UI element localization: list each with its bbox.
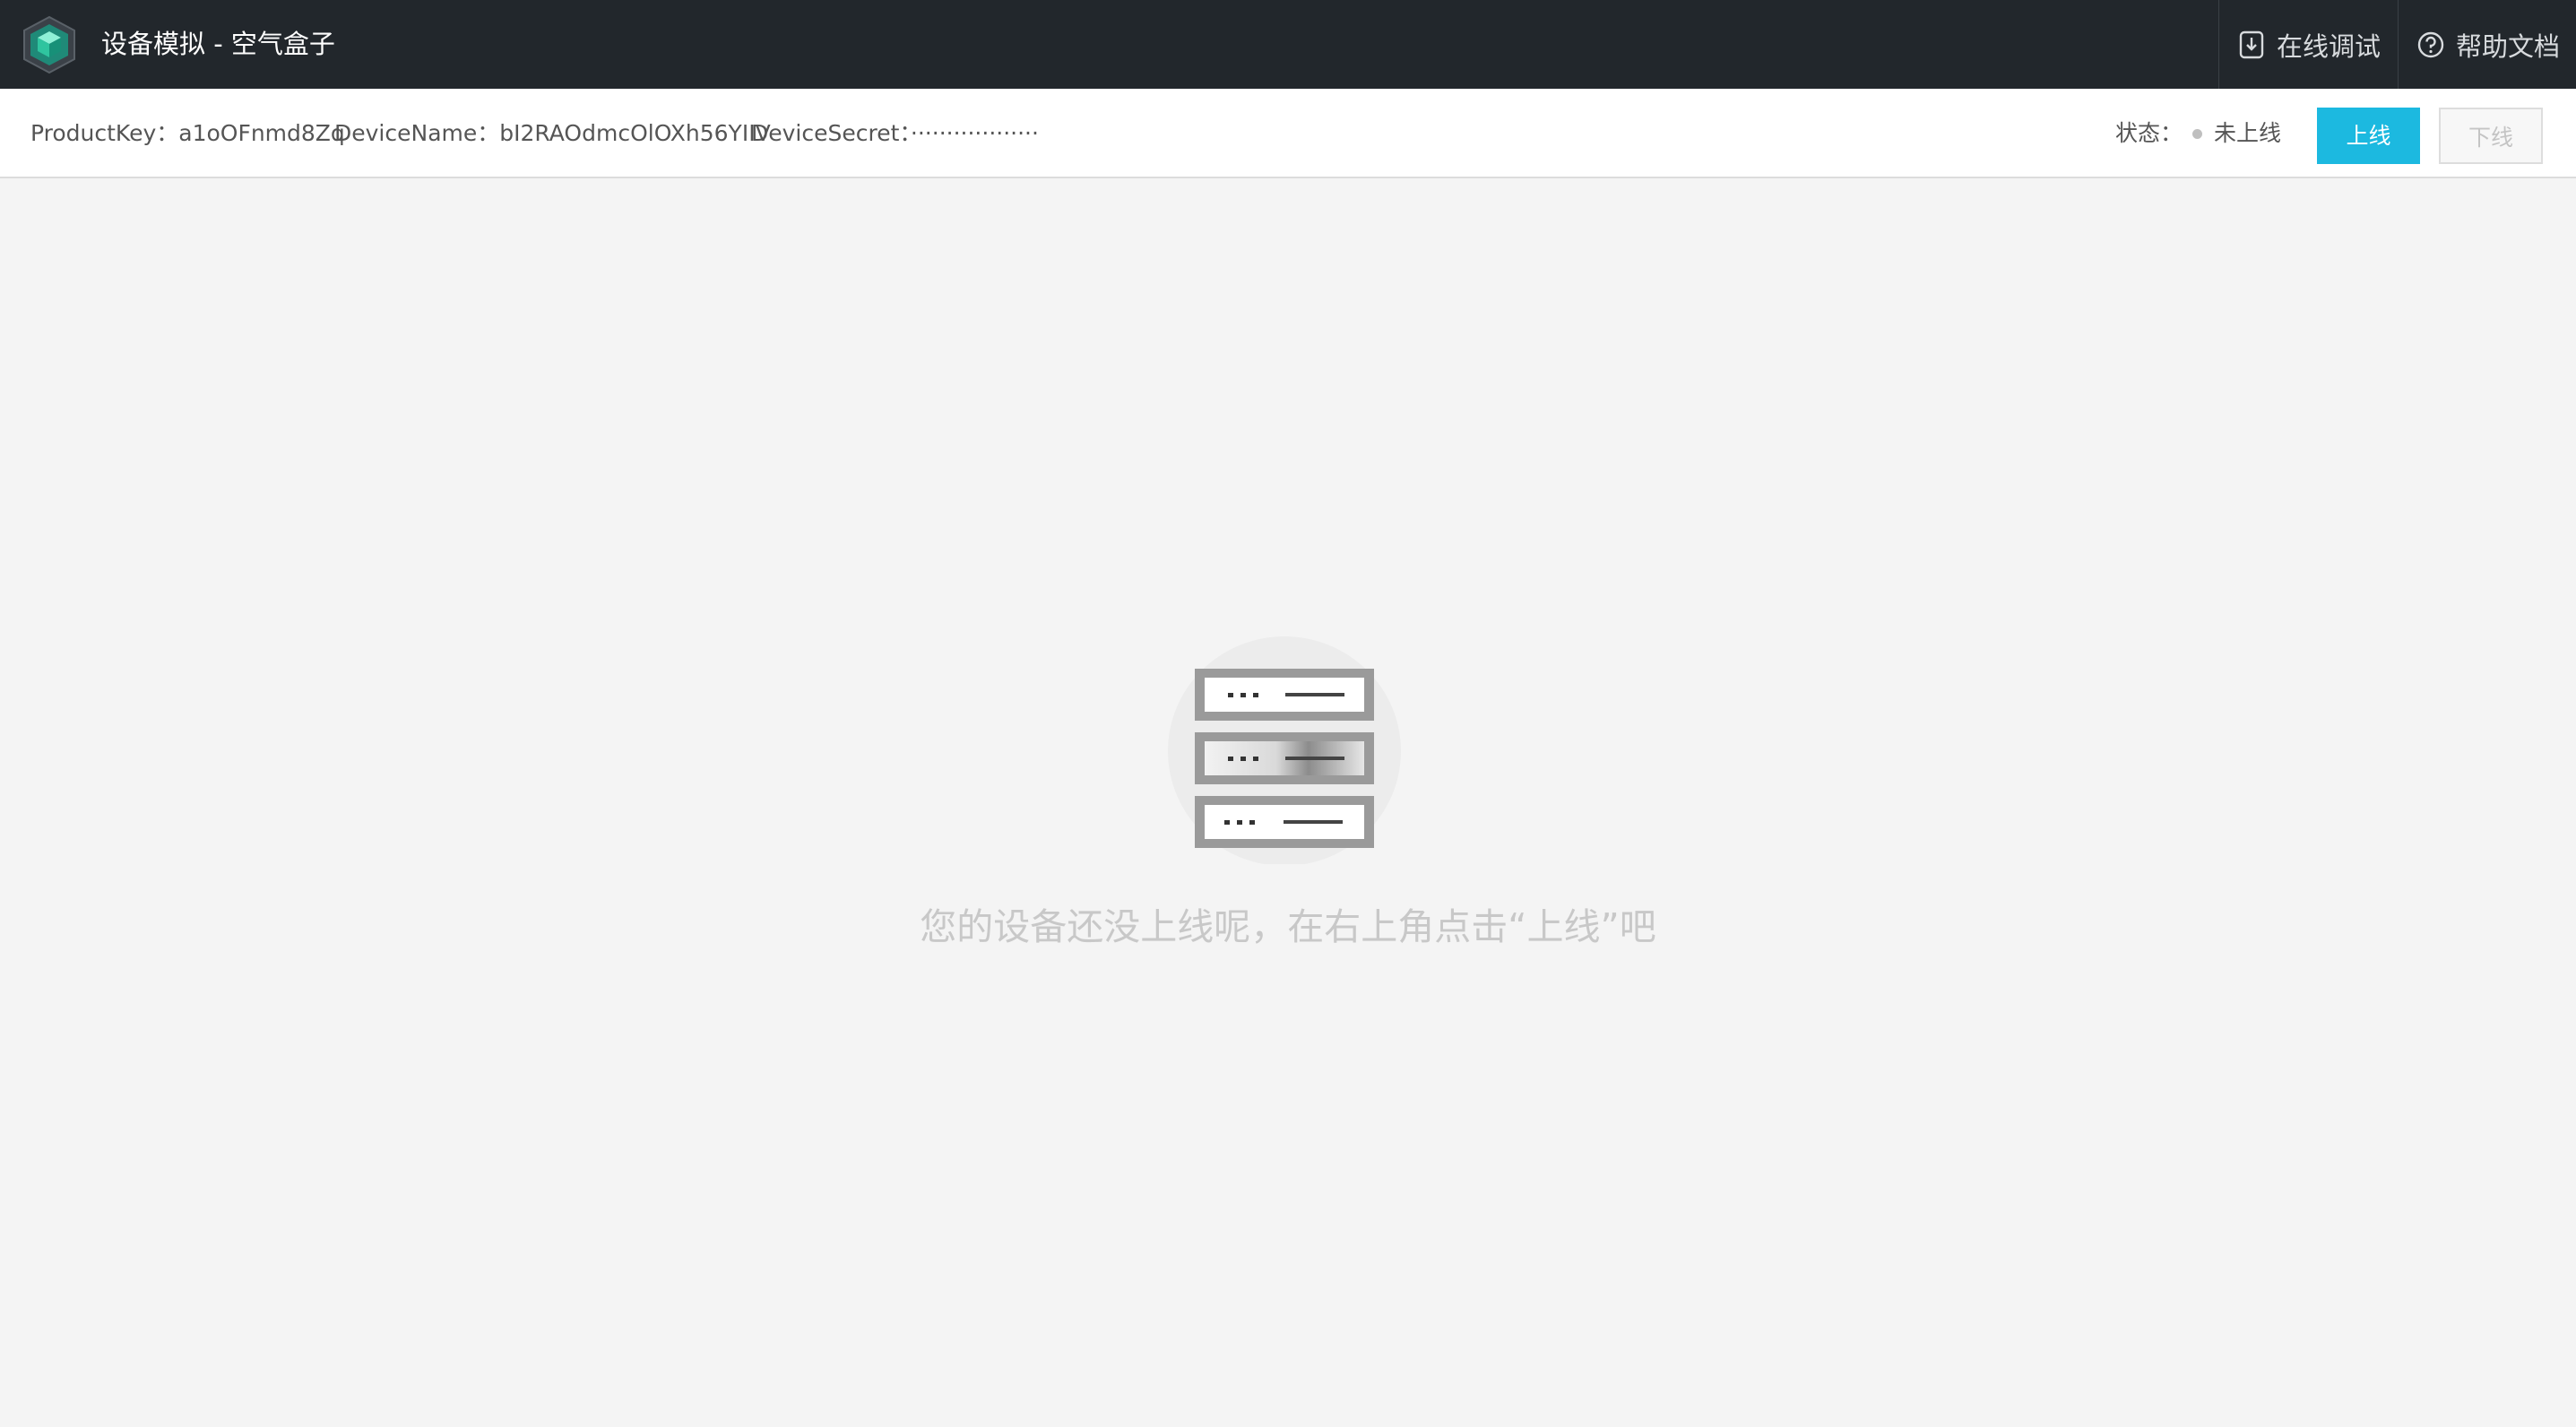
server-rack-icon [1168, 636, 1401, 864]
go-offline-button: 下线 [2439, 108, 2543, 164]
app-title: 设备模拟 - 空气盒子 [101, 29, 335, 59]
help-docs-label: 帮助文档 [2456, 30, 2561, 62]
online-debug-label: 在线调试 [2277, 30, 2382, 62]
status-label: 状态： [2115, 120, 2183, 146]
hexagon-cube-logo [23, 15, 75, 74]
top-bar: 设备模拟 - 空气盒子 在线调试 帮助文档 [0, 0, 2576, 89]
status-value: 未上线 [2214, 120, 2282, 146]
go-online-button[interactable]: 上线 [2317, 108, 2420, 164]
device-secret: DeviceSecret：·················· [751, 120, 1039, 146]
download-doc-icon [2239, 30, 2264, 58]
help-docs-link[interactable]: 帮助文档 [2398, 0, 2576, 89]
online-debug-link[interactable]: 在线调试 [2218, 0, 2397, 89]
device-info-bar: ProductKey：a1oOFnmd8Zq DeviceName：bI2RAO… [0, 89, 2576, 178]
device-name: DeviceName：bI2RAOdmcOlOXh56YIIV [334, 120, 771, 146]
product-key: ProductKey：a1oOFnmd8Zq [30, 120, 345, 146]
question-circle-icon [2417, 31, 2444, 57]
status-dot-icon [2192, 129, 2202, 139]
empty-state-message: 您的设备还没上线呢，在右上角点击“上线”吧 [920, 905, 1656, 948]
